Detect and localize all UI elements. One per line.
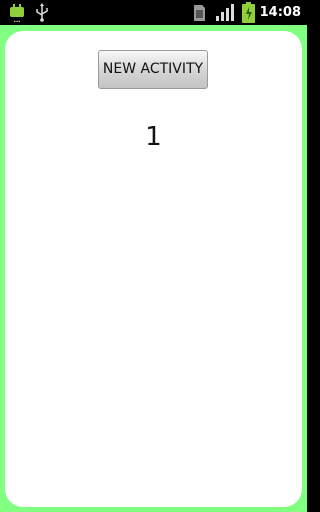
sim-card-icon <box>194 5 205 21</box>
signal-strength-icon <box>216 4 234 21</box>
android-debug-icon: ... <box>10 4 24 23</box>
usb-icon <box>36 3 48 22</box>
battery-charging-icon <box>242 2 255 23</box>
content-panel: NEW ACTIVITY 1 <box>5 31 302 507</box>
status-clock: 14:08 <box>259 5 301 20</box>
activity-window: NEW ACTIVITY 1 <box>0 25 307 512</box>
new-activity-button[interactable]: NEW ACTIVITY <box>98 50 208 89</box>
status-bar: ... 14:08 <box>0 0 307 25</box>
svg-text:...: ... <box>14 17 21 23</box>
activity-counter: 1 <box>145 122 162 152</box>
